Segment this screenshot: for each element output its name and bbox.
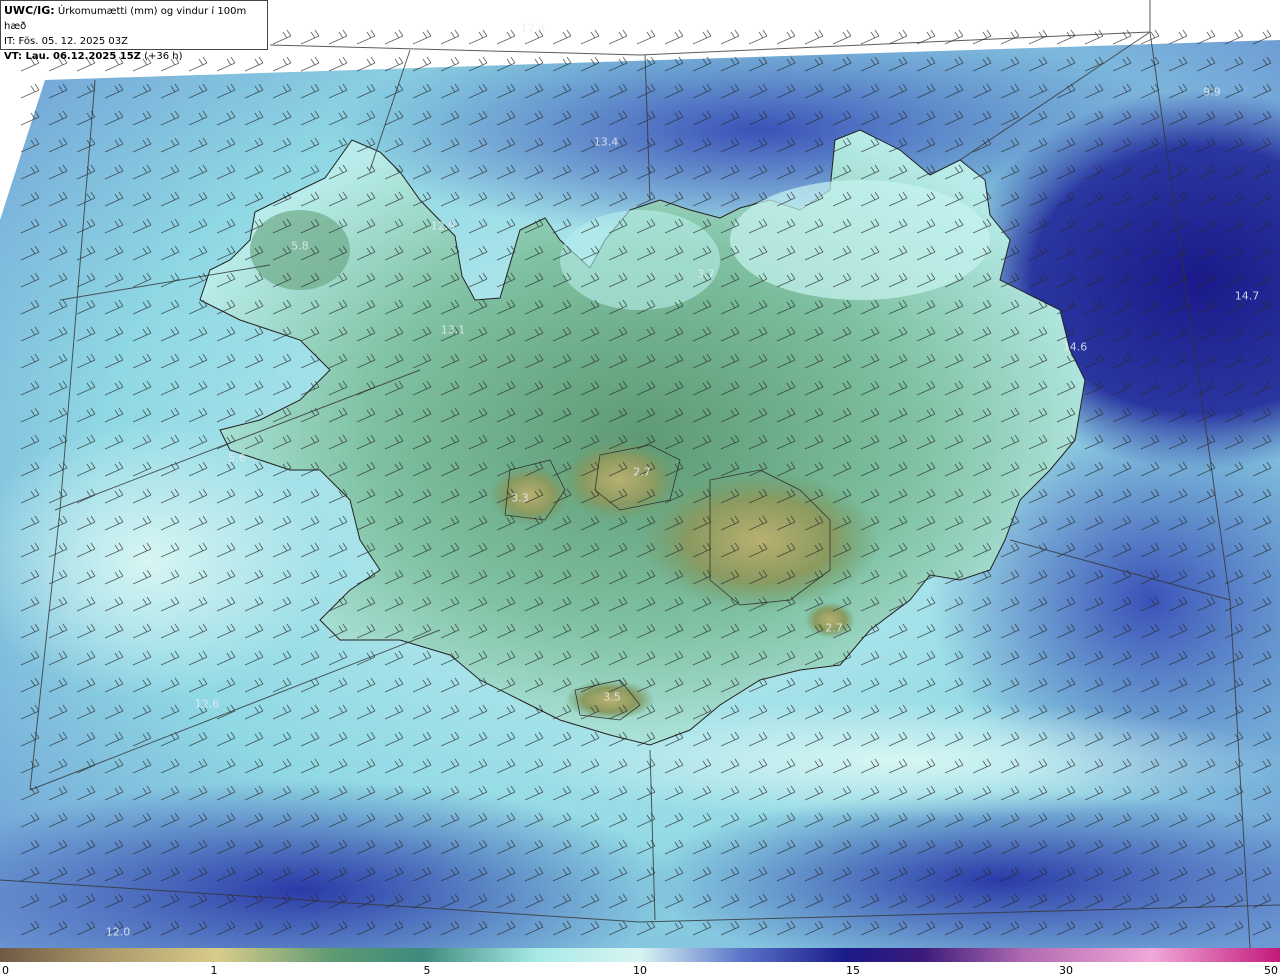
value-label: 12.4 — [520, 21, 546, 35]
model-name: UWC/IG: — [4, 4, 55, 17]
product-title-line: UWC/IG: Úrkomumætti (mm) og vindur í 100… — [4, 3, 264, 34]
valid-time-line: VT: Lau. 06.12.2025 15Z (+36 h) — [4, 49, 264, 64]
lead-time: (+36 h) — [144, 51, 183, 62]
issue-time: IT: Fös. 05. 12. 2025 03Z — [4, 36, 128, 47]
value-label: 14.6 — [1062, 340, 1088, 354]
valid-time: VT: Lau. 06.12.2025 15Z — [4, 51, 141, 62]
value-label: 9.9 — [1203, 85, 1221, 99]
forecast-info-box: UWC/IG: Úrkomumætti (mm) og vindur í 100… — [0, 0, 268, 62]
legend-tick: 0 — [2, 964, 9, 977]
value-label: 12.0 — [105, 925, 131, 939]
value-label: 3.5 — [603, 690, 621, 704]
colorbar-legend: 0 1 5 10 15 30 50 — [0, 948, 1280, 978]
value-label: 3.3 — [511, 491, 529, 505]
value-label: 13.1 — [440, 323, 466, 337]
value-label: 5.6 — [228, 451, 246, 465]
value-label: 3.7 — [697, 267, 715, 281]
legend-tick: 15 — [846, 964, 860, 977]
value-label: 12.6 — [194, 697, 220, 711]
value-label: 12.9 — [430, 219, 456, 233]
legend-tick: 5 — [423, 964, 431, 977]
value-label: 13.4 — [593, 135, 619, 149]
value-label: 2.7 — [633, 465, 651, 479]
legend-tick: 10 — [633, 964, 647, 977]
value-label: 14.7 — [1234, 289, 1260, 303]
colorbar — [0, 948, 1280, 962]
value-label: 2.7 — [825, 621, 843, 635]
legend-tick: 1 — [210, 964, 218, 977]
value-label: 5.8 — [291, 239, 309, 253]
legend-tick: 30 — [1059, 964, 1073, 977]
legend-tick: 50 — [1264, 964, 1278, 977]
